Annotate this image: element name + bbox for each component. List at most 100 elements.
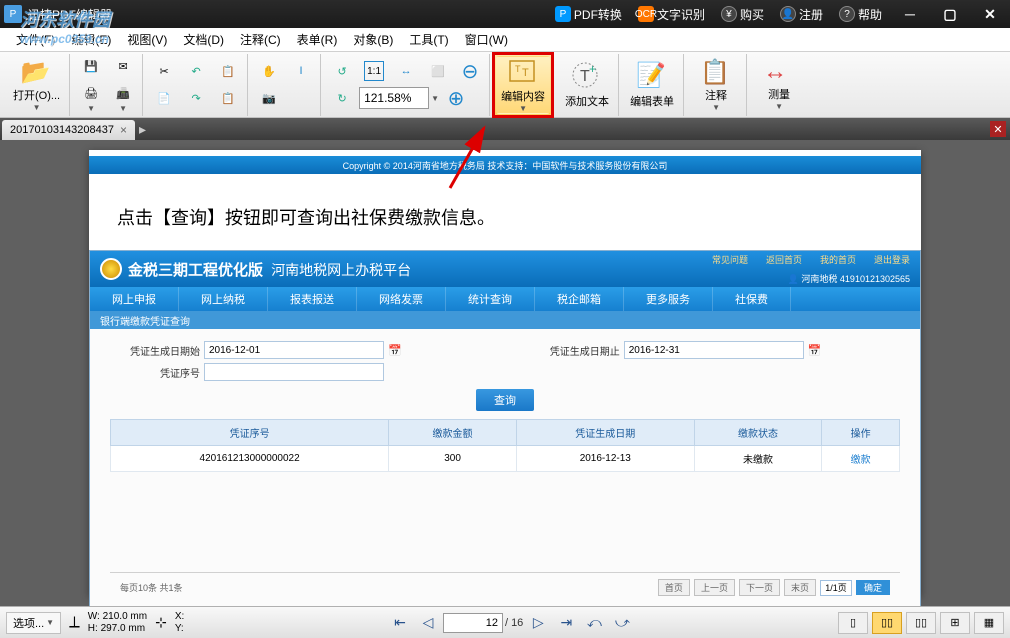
save-button[interactable]: 💾 <box>76 54 106 80</box>
page-number-input[interactable] <box>443 613 503 633</box>
prev-view-button[interactable]: ⤺ <box>581 612 607 634</box>
nav-item-mail[interactable]: 税企邮箱 <box>535 287 624 311</box>
ocr-button[interactable]: OCR 文字识别 <box>630 0 713 28</box>
nav-item-declare[interactable]: 网上申报 <box>90 287 179 311</box>
page-first[interactable]: 首页 <box>658 579 690 596</box>
document-canvas[interactable]: Copyright © 2014河南省地方税务局 技术支持：中国软件与技术服务股… <box>0 140 1010 606</box>
edit-form-button[interactable]: 📝 编辑表单 <box>625 56 679 114</box>
crop-icon[interactable]: ⟂ <box>69 614 80 632</box>
snapshot-button[interactable]: 📷 <box>254 85 284 111</box>
table-row: 420161213000000022 300 2016-12-13 未缴款 缴款 <box>111 446 900 472</box>
print-button[interactable]: 🖨▼ <box>76 81 106 116</box>
thumbnail-view[interactable]: ▦ <box>974 612 1004 634</box>
options-button[interactable]: 选项... ▼ <box>6 612 61 634</box>
find-button[interactable]: 📋 <box>213 58 243 84</box>
calendar-icon[interactable]: 📅 <box>388 344 402 357</box>
nav-item-report[interactable]: 报表报送 <box>268 287 357 311</box>
tab-add-button[interactable]: ▸ <box>139 121 146 138</box>
menu-edit[interactable]: 编辑(E) <box>63 29 119 51</box>
copy-icon: 📄 <box>154 88 174 108</box>
cut-button[interactable]: ✂ <box>149 58 179 84</box>
fit-page-button[interactable]: ⬜ <box>423 58 453 84</box>
link-my[interactable]: 我的首页 <box>820 253 856 266</box>
tax-app: 金税三期工程优化版 河南地税网上办税平台 常见问题 返回首页 我的首页 退出登录… <box>89 250 921 606</box>
end-date-input[interactable] <box>624 341 804 359</box>
nav-item-stats[interactable]: 统计查询 <box>446 287 535 311</box>
actual-size-button[interactable]: 1:1 <box>359 58 389 84</box>
maximize-button[interactable]: ▢ <box>930 0 970 28</box>
buy-button[interactable]: ¥ 购买 <box>713 0 772 28</box>
fit-width-button[interactable]: ↔ <box>391 58 421 84</box>
pdf-convert-button[interactable]: P PDF转换 <box>547 0 630 28</box>
nav-item-invoice[interactable]: 网络发票 <box>357 287 446 311</box>
register-button[interactable]: 👤 注册 <box>772 0 831 28</box>
last-page-button[interactable]: ⇥ <box>553 612 579 634</box>
rotate-left-button[interactable]: ↺ <box>327 58 357 84</box>
page-prev[interactable]: 上一页 <box>694 579 735 596</box>
tabbar-close-button[interactable]: ✕ <box>990 121 1006 137</box>
serial-input[interactable] <box>204 363 384 381</box>
zoom-out-icon: ⊖ <box>460 61 480 81</box>
page-confirm[interactable]: 确定 <box>856 580 890 595</box>
svg-text:T: T <box>515 64 521 74</box>
menu-view[interactable]: 视图(V) <box>119 29 175 51</box>
paste-button[interactable]: 📋 <box>213 85 243 111</box>
start-date-input[interactable] <box>204 341 384 359</box>
rotate-right-button[interactable]: ↻ <box>327 85 357 111</box>
pagination-total: 每页10条 共1条 <box>120 581 183 594</box>
link-logout[interactable]: 退出登录 <box>874 253 910 266</box>
buy-label: 购买 <box>740 6 764 23</box>
fit-page-icon: ⬜ <box>428 61 448 81</box>
link-home[interactable]: 返回首页 <box>766 253 802 266</box>
document-tab[interactable]: 20170103143208437 × <box>2 120 135 140</box>
menu-file[interactable]: 文件(F) <box>8 29 63 51</box>
menu-document[interactable]: 文档(D) <box>175 29 232 51</box>
next-view-button[interactable]: ⤻ <box>609 612 635 634</box>
calendar-icon[interactable]: 📅 <box>808 344 822 357</box>
next-page-button[interactable]: ▷ <box>525 612 551 634</box>
open-button[interactable]: 📂 打开(O)... ▼ <box>8 56 65 114</box>
text-select-button[interactable]: I <box>286 58 316 84</box>
zoom-out-button[interactable]: ⊖ <box>455 58 485 84</box>
link-faq[interactable]: 常见问题 <box>712 253 748 266</box>
edit-content-button[interactable]: TT 编辑内容 ▼ <box>496 56 550 114</box>
prev-page-button[interactable]: ◁ <box>415 612 441 634</box>
menu-tool[interactable]: 工具(T) <box>401 29 456 51</box>
copy-button[interactable]: 📄 <box>149 85 179 111</box>
nav-item-social[interactable]: 社保费 <box>713 287 791 311</box>
first-page-button[interactable]: ⇤ <box>387 612 413 634</box>
two-continuous-view[interactable]: ⊞ <box>940 612 970 634</box>
menu-object[interactable]: 对象(B) <box>345 29 401 51</box>
add-text-button[interactable]: T+ 添加文本 <box>560 56 614 114</box>
two-page-view[interactable]: ▯▯ <box>906 612 936 634</box>
tab-close-button[interactable]: × <box>120 123 127 137</box>
serial-label: 凭证序号 <box>110 365 200 380</box>
undo-button[interactable]: ↶ <box>181 58 211 84</box>
redo-button[interactable]: ↷ <box>181 85 211 111</box>
query-button[interactable]: 查询 <box>476 389 534 411</box>
page-last[interactable]: 末页 <box>784 579 816 596</box>
nav-item-pay[interactable]: 网上纳税 <box>179 287 268 311</box>
hand-tool-button[interactable]: ✋ <box>254 58 284 84</box>
page-input[interactable] <box>820 580 852 596</box>
scan-button[interactable]: 📠▼ <box>108 81 138 116</box>
email-button[interactable]: ✉ <box>108 54 138 80</box>
zoom-in-button[interactable]: ⊕ <box>441 85 471 111</box>
tax-pagination: 每页10条 共1条 首页 上一页 下一页 末页 确定 <box>110 572 900 602</box>
tax-branch-info: 👤 河南地税 41910121302565 <box>788 272 910 285</box>
zoom-dropdown[interactable]: ▼ <box>431 94 439 103</box>
menu-window[interactable]: 窗口(W) <box>457 29 516 51</box>
page-next[interactable]: 下一页 <box>739 579 780 596</box>
nav-item-more[interactable]: 更多服务 <box>624 287 713 311</box>
close-button[interactable]: ✕ <box>970 0 1010 28</box>
menu-comment[interactable]: 注释(C) <box>232 29 289 51</box>
measure-button[interactable]: ↔ 测量 ▼ <box>753 56 805 114</box>
menu-form[interactable]: 表单(R) <box>289 29 346 51</box>
minimize-button[interactable]: ─ <box>890 0 930 28</box>
zoom-input[interactable] <box>359 87 429 109</box>
annotate-button[interactable]: 📋 注释 ▼ <box>690 56 742 114</box>
single-page-view[interactable]: ▯ <box>838 612 868 634</box>
continuous-view[interactable]: ▯▯ <box>872 612 902 634</box>
help-button[interactable]: ? 帮助 <box>831 0 890 28</box>
cell-action-link[interactable]: 缴款 <box>822 446 900 472</box>
